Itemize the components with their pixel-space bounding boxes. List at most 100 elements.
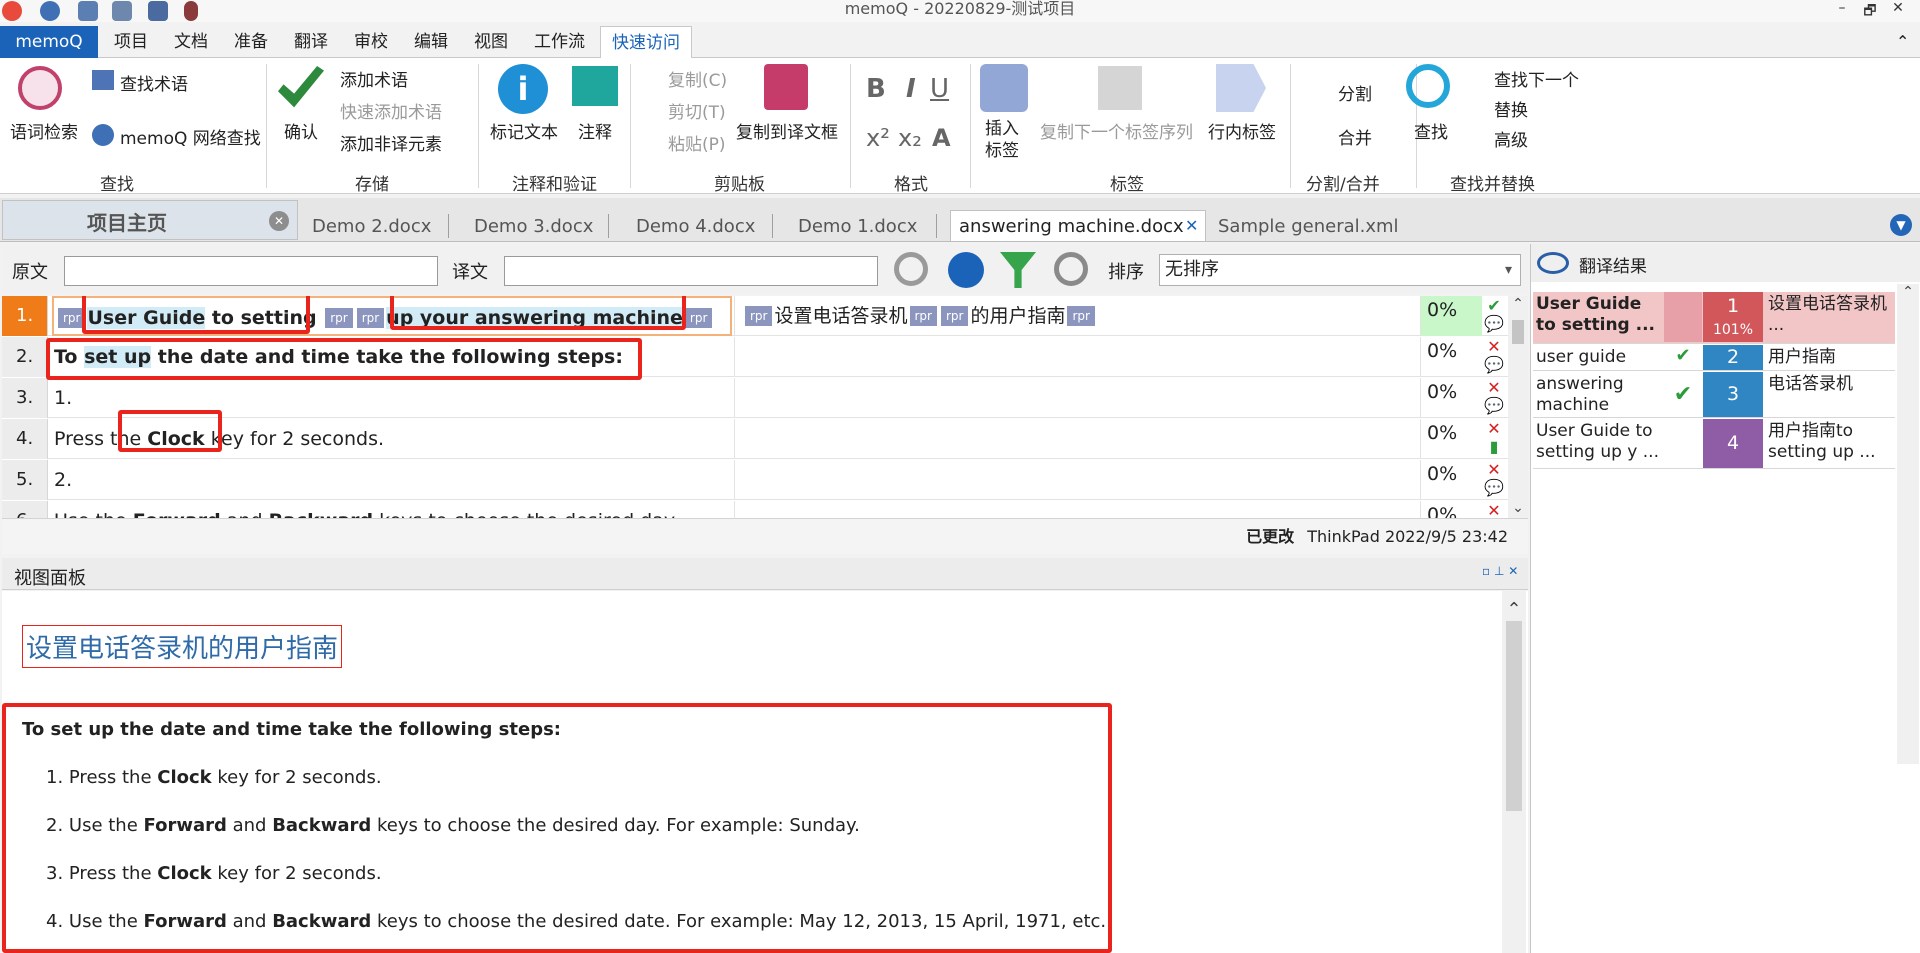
list-item[interactable]: user guide ✔ 2 用户指南 bbox=[1533, 345, 1895, 371]
error-x-icon: ✕ bbox=[1487, 460, 1501, 479]
italic-button[interactable]: I bbox=[906, 74, 916, 104]
tab-demo4[interactable]: Demo 4.docx bbox=[636, 216, 755, 237]
tab-project-home[interactable]: 项目主页 ✕ bbox=[2, 200, 298, 240]
table-row[interactable]: 6. Use the Forward and Backward keys to … bbox=[2, 501, 1528, 518]
source-filter-input[interactable] bbox=[64, 256, 438, 286]
tab-translate[interactable]: 翻译 bbox=[294, 30, 328, 54]
inline-tag-button[interactable]: 行内标签 bbox=[1208, 118, 1276, 143]
tab-view[interactable]: 视图 bbox=[474, 30, 508, 54]
rpr-tag: rpr bbox=[325, 308, 353, 328]
copy-to-target-button[interactable]: 复制到译文框 bbox=[736, 118, 838, 143]
match-percent: 0% bbox=[1420, 337, 1482, 377]
quick-add-term-button[interactable]: 快速添加术语 bbox=[340, 98, 442, 123]
split-button[interactable]: 分割 bbox=[1338, 80, 1372, 105]
close-icon[interactable]: ✕ bbox=[269, 211, 289, 231]
comment-button[interactable]: 注释 bbox=[578, 118, 612, 143]
document-tabs: 项目主页 ✕ Demo 2.docx Demo 3.docx Demo 4.do… bbox=[0, 198, 1920, 242]
tab-list-dropdown-icon[interactable]: ▼ bbox=[1890, 214, 1912, 236]
scroll-thumb[interactable] bbox=[1506, 621, 1522, 811]
source-cell[interactable]: 2. bbox=[52, 460, 732, 500]
tab-edit[interactable]: 编辑 bbox=[414, 30, 448, 54]
rpr-tag: rpr bbox=[940, 306, 969, 326]
bold-button[interactable]: B bbox=[866, 74, 886, 104]
group-label-tags: 标签 bbox=[1110, 175, 1144, 195]
group-label-split: 分割/合并 bbox=[1306, 175, 1380, 195]
close-icon[interactable]: ✕ bbox=[1185, 216, 1198, 235]
target-filter-input[interactable] bbox=[504, 256, 878, 286]
web-search-button[interactable]: memoQ 网络查找 bbox=[120, 124, 261, 149]
target-cell[interactable]: rpr 设置电话答录机 rpr rpr 的用户指南 rpr bbox=[734, 296, 1418, 336]
add-term-button[interactable]: 添加术语 bbox=[340, 66, 408, 91]
result-target: 电话答录机 bbox=[1768, 374, 1853, 394]
chevron-up-icon[interactable]: ⌃ bbox=[1897, 284, 1919, 300]
target-cell[interactable] bbox=[734, 501, 1418, 518]
comment-bubble-icon[interactable]: 💬 bbox=[1484, 357, 1504, 373]
find-button[interactable]: 查找 bbox=[1414, 118, 1448, 143]
font-size-icon[interactable]: A bbox=[932, 124, 951, 152]
insert-tag-icon bbox=[980, 64, 1028, 112]
tab-quick-access[interactable]: 快速访问 bbox=[600, 26, 692, 59]
tab-demo3[interactable]: Demo 3.docx bbox=[474, 216, 593, 237]
list-item[interactable]: User Guide to setting ... 1 101% 设置电话答录机 … bbox=[1533, 292, 1895, 344]
tab-demo1[interactable]: Demo 1.docx bbox=[798, 216, 917, 237]
tab-document[interactable]: 文档 bbox=[174, 30, 208, 54]
add-nontrans-button[interactable]: 添加非译元素 bbox=[340, 130, 442, 155]
tab-answering-machine[interactable]: answering machine.docx ✕ bbox=[950, 210, 1206, 241]
concordance-button[interactable]: 语词检索 bbox=[10, 118, 78, 143]
superscript-icon[interactable]: x² bbox=[866, 124, 890, 152]
insert-tag-button[interactable]: 插入标签 bbox=[985, 118, 1025, 162]
find-term-button[interactable]: 查找术语 bbox=[120, 70, 188, 95]
table-row[interactable]: 5. 2. 0% ✕ 💬 bbox=[2, 460, 1528, 500]
grid-scrollbar[interactable]: ⌃ ⌄ bbox=[1508, 296, 1528, 518]
tab-sample-general[interactable]: Sample general.xml bbox=[1218, 216, 1399, 237]
cut-button[interactable]: 剪切(T) bbox=[668, 98, 726, 123]
tm-match-icon bbox=[1664, 292, 1702, 342]
pane-controls-icon[interactable]: ▫ ⊥ ✕ bbox=[1482, 564, 1518, 578]
find-next-button[interactable]: 查找下一个 bbox=[1494, 66, 1579, 91]
join-button[interactable]: 合并 bbox=[1338, 124, 1372, 149]
collapse-ribbon-icon[interactable]: ⌃ bbox=[1896, 30, 1909, 54]
copy-button[interactable]: 复制(C) bbox=[668, 66, 727, 91]
confirm-button[interactable]: 确认 bbox=[284, 118, 318, 143]
chevron-up-icon[interactable]: ⌃ bbox=[1508, 296, 1528, 312]
restore-button[interactable]: 🗗 bbox=[1858, 0, 1882, 24]
sort-select[interactable]: 无排序 ▾ bbox=[1159, 254, 1521, 286]
tab-memoq[interactable]: memoQ bbox=[0, 26, 98, 58]
target-cell[interactable] bbox=[734, 419, 1418, 459]
preview-scrollbar[interactable]: ⌃ bbox=[1502, 591, 1526, 953]
target-cell[interactable] bbox=[734, 460, 1418, 500]
close-button[interactable]: ✕ bbox=[1886, 0, 1910, 16]
tab-prepare[interactable]: 准备 bbox=[234, 30, 268, 54]
list-item[interactable]: answering machine ✔ 3 电话答录机 bbox=[1533, 372, 1895, 418]
comment-bubble-icon[interactable]: 💬 bbox=[1484, 480, 1504, 496]
filter-settings-icon[interactable] bbox=[948, 252, 984, 288]
paste-button[interactable]: 粘贴(P) bbox=[668, 130, 726, 155]
chevron-down-icon[interactable]: ⌄ bbox=[1508, 500, 1528, 516]
table-row[interactable]: 3. 1. 0% ✕ 💬 bbox=[2, 378, 1528, 418]
results-scrollbar[interactable]: ⌃ bbox=[1897, 284, 1919, 764]
underline-button[interactable]: U bbox=[930, 74, 949, 104]
minimize-button[interactable]: – bbox=[1830, 0, 1854, 16]
mark-text-button[interactable]: 标记文本 bbox=[490, 118, 558, 143]
tab-demo2[interactable]: Demo 2.docx bbox=[312, 216, 431, 237]
source-cell[interactable]: Use the Forward and Backward keys to cho… bbox=[52, 501, 732, 518]
row-number: 5. bbox=[2, 460, 48, 500]
subscript-icon[interactable]: x₂ bbox=[898, 124, 922, 152]
comment-bubble-icon[interactable]: 💬 bbox=[1484, 316, 1504, 332]
list-item[interactable]: User Guide to setting up y ... 4 用户指南to … bbox=[1533, 419, 1895, 469]
tab-project[interactable]: 项目 bbox=[114, 30, 148, 54]
tab-review[interactable]: 审校 bbox=[354, 30, 388, 54]
target-cell[interactable] bbox=[734, 378, 1418, 418]
target-cell[interactable] bbox=[734, 337, 1418, 377]
comment-bubble-icon[interactable]: 💬 bbox=[1484, 398, 1504, 414]
add-filter-icon[interactable] bbox=[1000, 252, 1036, 288]
filter-search-icon[interactable] bbox=[894, 252, 928, 286]
advanced-button[interactable]: 高级 bbox=[1494, 126, 1528, 151]
tab-workflow[interactable]: 工作流 bbox=[534, 30, 585, 54]
chevron-up-icon[interactable]: ⌃ bbox=[1502, 599, 1526, 620]
copy-next-tag-button[interactable]: 复制下一个标签序列 bbox=[1040, 118, 1193, 143]
replace-button[interactable]: 替换 bbox=[1494, 96, 1528, 121]
scroll-thumb[interactable] bbox=[1512, 320, 1524, 344]
table-row[interactable]: 4. Press the Clock key for 2 seconds. 0%… bbox=[2, 419, 1528, 459]
zoom-icon[interactable] bbox=[1054, 252, 1088, 286]
